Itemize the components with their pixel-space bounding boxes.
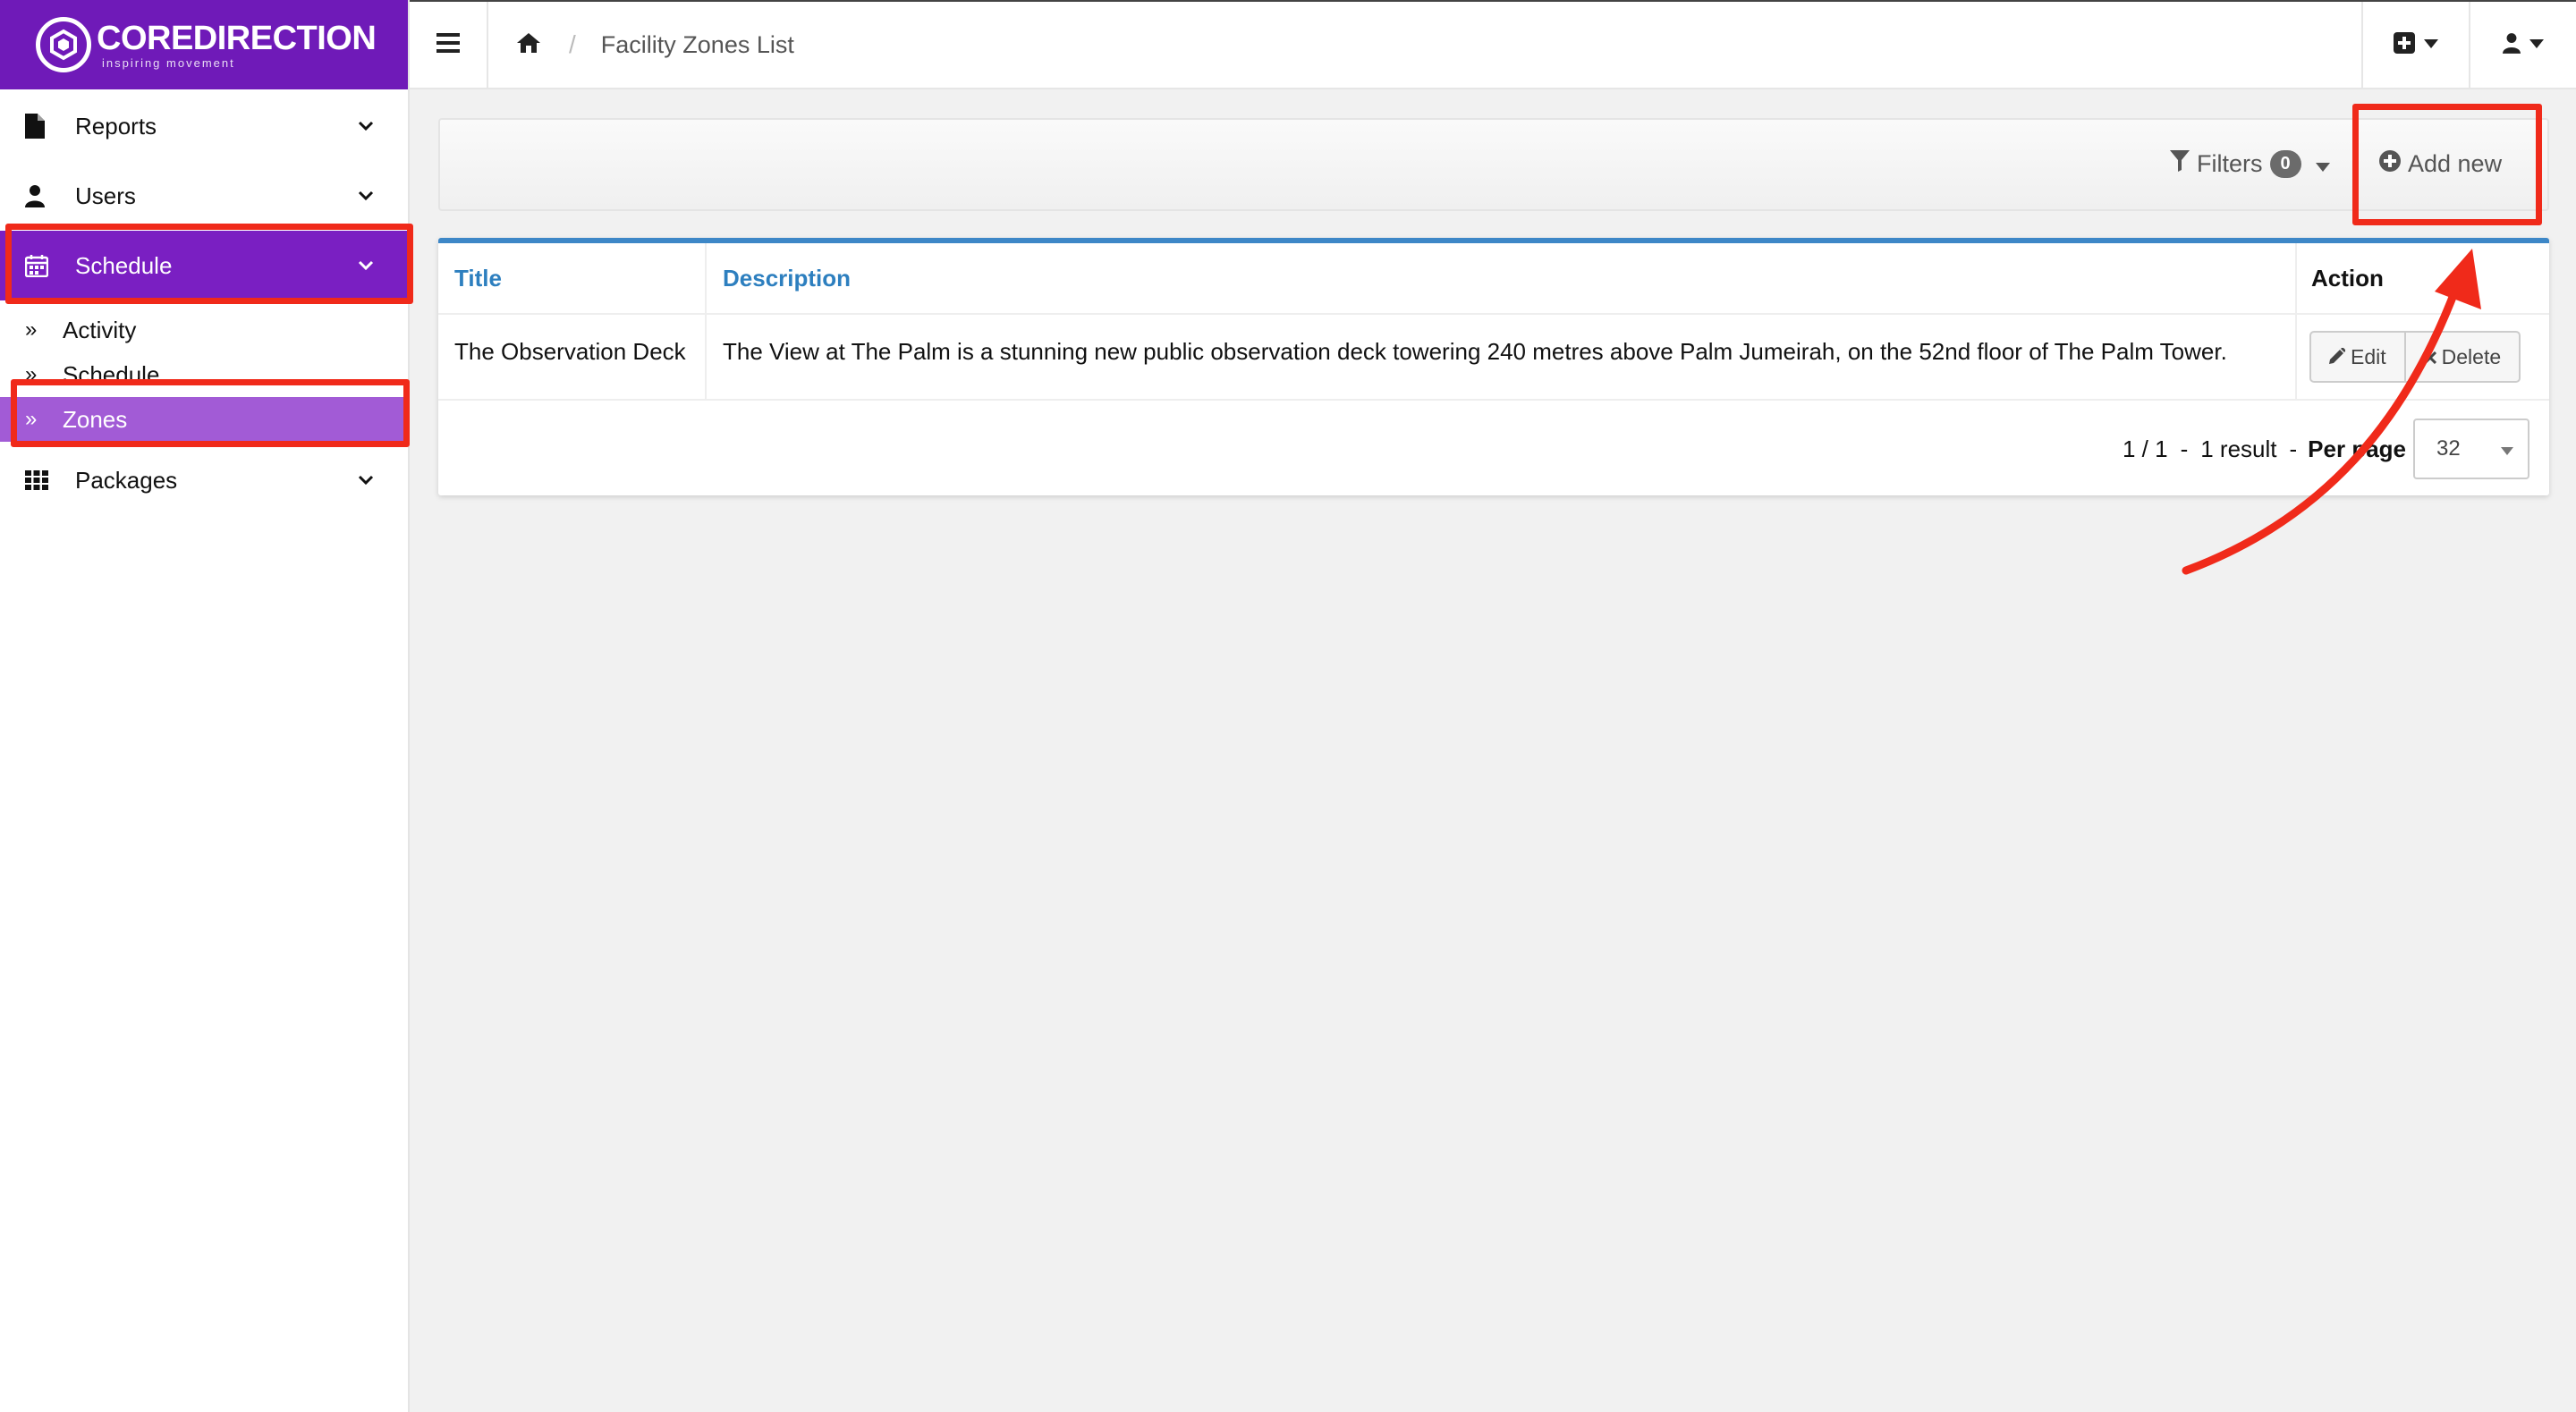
- cell-description: The View at The Palm is a stunning new p…: [707, 315, 2297, 399]
- pencil-icon: [2329, 345, 2346, 369]
- sidebar-item-label: Reports: [75, 112, 157, 140]
- filters-label: Filters: [2197, 150, 2263, 177]
- per-page-value: 32: [2436, 436, 2461, 461]
- sidebar-subitem-label: Schedule: [63, 360, 160, 388]
- filters-button[interactable]: Filters 0: [2170, 150, 2330, 178]
- sidebar-subitem-schedule[interactable]: » Schedule: [0, 352, 408, 397]
- double-chevron-right-icon: »: [25, 407, 38, 431]
- toolbar-panel: Filters 0 Add new: [438, 118, 2549, 211]
- quick-add-menu-button[interactable]: [2361, 2, 2469, 88]
- pagination-dash: -: [2180, 435, 2189, 462]
- pagination: 1 / 1 - 1 result - Per page 32: [2123, 419, 2529, 479]
- user-icon: [2503, 32, 2521, 58]
- sidebar-subitem-label: Zones: [63, 405, 128, 433]
- delete-label: Delete: [2441, 344, 2502, 368]
- page-indicator: 1 / 1: [2122, 435, 2168, 462]
- logo-mark-icon: [36, 17, 91, 72]
- column-header-action: Action: [2311, 264, 2384, 292]
- pagination-dash: -: [2289, 435, 2298, 462]
- user-icon: [25, 184, 55, 207]
- sidebar-subitem-activity[interactable]: » Activity: [0, 308, 408, 352]
- sidebar-subitem-label: Activity: [63, 316, 137, 343]
- home-button[interactable]: [488, 2, 569, 88]
- grid-icon: [25, 470, 55, 490]
- zones-table-card: Title Description Action The Observation…: [438, 238, 2549, 495]
- edit-label: Edit: [2351, 344, 2386, 368]
- double-chevron-right-icon: »: [25, 317, 38, 342]
- chevron-down-icon: [356, 256, 376, 275]
- breadcrumb-separator: /: [569, 30, 576, 58]
- plus-square-icon: [2394, 31, 2415, 58]
- breadcrumb-current: Facility Zones List: [600, 30, 794, 58]
- add-new-button[interactable]: Add new: [2379, 150, 2502, 178]
- hamburger-icon: [436, 32, 460, 57]
- sidebar-item-label: Users: [75, 182, 136, 209]
- filter-icon: [2170, 150, 2190, 178]
- file-icon: [25, 114, 55, 139]
- filters-count-badge: 0: [2269, 150, 2301, 178]
- caret-down-icon: [2501, 436, 2513, 461]
- chevron-down-icon: [356, 186, 376, 206]
- brand-tagline: inspiring movement: [102, 55, 235, 70]
- home-icon: [516, 32, 541, 58]
- sidebar-item-reports[interactable]: Reports: [0, 91, 408, 161]
- sidebar-item-packages[interactable]: Packages: [0, 445, 408, 515]
- edit-button[interactable]: Edit: [2311, 333, 2404, 381]
- column-header-title[interactable]: Title: [438, 243, 707, 313]
- user-menu-button[interactable]: [2469, 2, 2576, 88]
- double-chevron-right-icon: »: [25, 362, 38, 386]
- table-header: Title Description Action: [438, 243, 2549, 315]
- delete-button[interactable]: Delete: [2403, 333, 2519, 381]
- column-header-description[interactable]: Description: [707, 243, 2297, 313]
- menu-toggle-button[interactable]: [410, 2, 488, 88]
- sidebar-subitem-zones[interactable]: » Zones: [0, 397, 408, 442]
- caret-down-icon: [2529, 37, 2544, 53]
- row-action-group: Edit Delete: [2309, 331, 2521, 383]
- top-bar: / Facility Zones List: [410, 0, 2576, 89]
- results-count: 1 result: [2200, 435, 2277, 462]
- brand-logo[interactable]: COREDIRECTION inspiring movement: [0, 0, 408, 89]
- cell-title: The Observation Deck: [438, 315, 707, 399]
- sidebar: COREDIRECTION inspiring movement Reports…: [0, 0, 410, 1412]
- table-row: The Observation Deck The View at The Pal…: [438, 315, 2549, 401]
- chevron-down-icon: [356, 116, 376, 136]
- sidebar-item-label: Schedule: [75, 251, 173, 279]
- calendar-icon: [25, 254, 55, 277]
- sidebar-item-label: Packages: [75, 466, 178, 494]
- sidebar-item-users[interactable]: Users: [0, 161, 408, 231]
- chevron-down-icon: [356, 470, 376, 490]
- caret-down-icon: [2424, 37, 2438, 53]
- caret-down-icon: [2315, 150, 2330, 178]
- close-icon: [2423, 345, 2436, 369]
- per-page-select[interactable]: 32: [2413, 419, 2529, 479]
- sidebar-item-schedule[interactable]: Schedule: [0, 231, 408, 300]
- cell-actions: Edit Delete: [2297, 315, 2549, 399]
- brand-name: COREDIRECTION: [97, 19, 377, 57]
- per-page-label: Per page: [2308, 435, 2406, 462]
- plus-circle-icon: [2379, 150, 2401, 178]
- add-new-label: Add new: [2408, 150, 2503, 177]
